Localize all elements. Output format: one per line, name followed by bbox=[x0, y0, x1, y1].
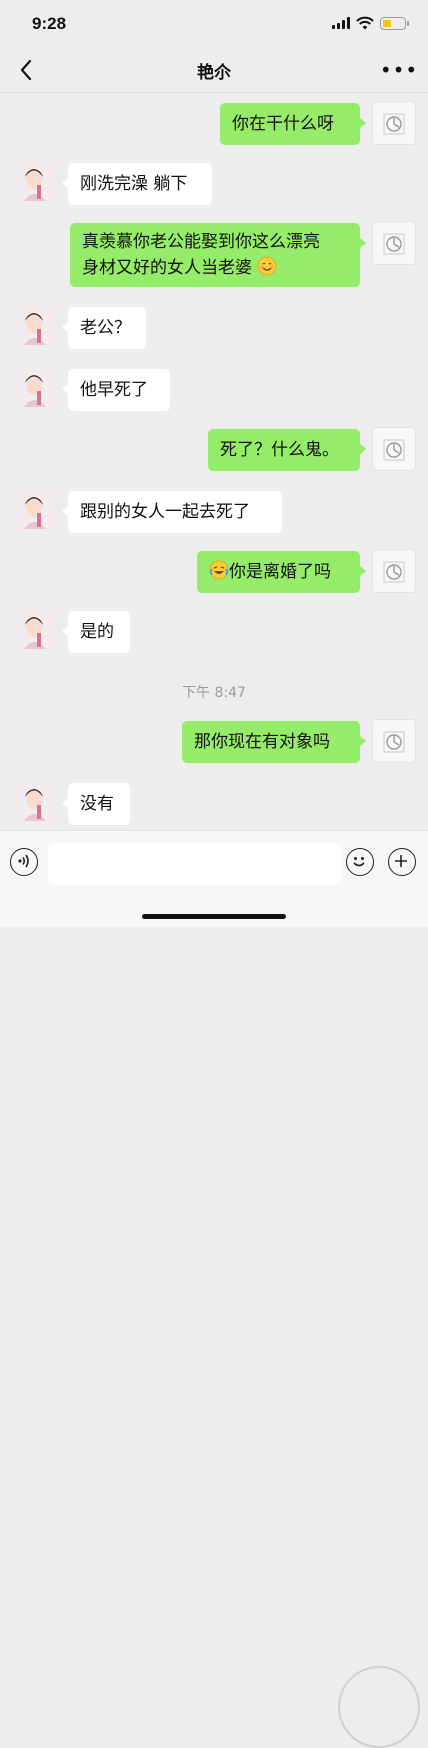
chat-header: 艳尒 ••• bbox=[0, 48, 428, 93]
contact-photo bbox=[12, 489, 56, 533]
message-bubble-sent[interactable]: 那你现在有对象吗 bbox=[182, 721, 366, 763]
signal-icon bbox=[332, 17, 350, 29]
message-bubble-received[interactable]: 老公？ bbox=[62, 307, 146, 349]
contact-avatar[interactable] bbox=[12, 781, 56, 825]
time-divider: 下午 8:47 bbox=[182, 685, 246, 701]
my-avatar[interactable] bbox=[372, 549, 416, 593]
message-bubble-received[interactable]: 没有 bbox=[62, 783, 130, 825]
home-indicator bbox=[142, 914, 286, 919]
message-text: 那你现在有对象吗 bbox=[194, 732, 330, 752]
contact-photo bbox=[12, 781, 56, 825]
message-input[interactable] bbox=[48, 843, 342, 885]
message-row: 他早死了 bbox=[0, 367, 428, 413]
smile-emoji-icon bbox=[258, 256, 277, 276]
message-text: 跟别的女人一起去死了 bbox=[80, 502, 250, 522]
message-row: 老公？ bbox=[0, 305, 428, 351]
emoji-icon bbox=[353, 857, 365, 867]
watermark-logo bbox=[338, 1666, 420, 1748]
message-row: 跟别的女人一起去死了 bbox=[0, 489, 428, 535]
status-icons bbox=[332, 16, 409, 30]
message-text: 真羡慕你老公能娶到你这么漂亮 bbox=[82, 232, 320, 252]
contact-avatar[interactable] bbox=[12, 367, 56, 411]
default-avatar-icon bbox=[383, 731, 405, 753]
input-bar bbox=[0, 830, 428, 1748]
message-text: 他早死了 bbox=[80, 380, 148, 400]
contact-photo bbox=[12, 609, 56, 653]
message-row: 你是离婚了吗 bbox=[0, 549, 428, 595]
message-row: 死了？什么鬼。 bbox=[0, 427, 428, 473]
message-bubble-sent[interactable]: 你是离婚了吗 bbox=[197, 551, 366, 593]
message-row: 刚洗完澡 躺下 bbox=[0, 161, 428, 207]
message-text: 你是离婚了吗 bbox=[229, 562, 331, 582]
message-row: 真羡慕你老公能娶到你这么漂亮 身材又好的女人当老婆 bbox=[0, 221, 428, 289]
message-text: 你在干什么呀 bbox=[232, 114, 334, 134]
message-bubble-received[interactable]: 是的 bbox=[62, 611, 130, 653]
message-bubble-received[interactable]: 跟别的女人一起去死了 bbox=[62, 491, 282, 533]
contact-photo bbox=[12, 367, 56, 411]
default-avatar-icon bbox=[383, 561, 405, 583]
default-avatar-icon bbox=[383, 439, 405, 461]
message-bubble-sent[interactable]: 你在干什么呀 bbox=[220, 103, 366, 145]
contact-avatar[interactable] bbox=[12, 489, 56, 533]
my-avatar[interactable] bbox=[372, 427, 416, 471]
default-avatar-icon bbox=[383, 233, 405, 255]
voice-button[interactable] bbox=[10, 848, 38, 876]
status-bar: 9:28 bbox=[0, 0, 428, 48]
message-text: 刚洗完澡 躺下 bbox=[80, 174, 188, 194]
message-text: 老公？ bbox=[80, 318, 131, 338]
message-row: 是的 bbox=[0, 609, 428, 655]
my-avatar[interactable] bbox=[372, 719, 416, 763]
emoji-button[interactable] bbox=[346, 848, 374, 876]
voice-icon bbox=[18, 854, 30, 868]
contact-photo bbox=[12, 161, 56, 205]
message-bubble-received[interactable]: 刚洗完澡 躺下 bbox=[62, 163, 212, 205]
my-avatar[interactable] bbox=[372, 101, 416, 145]
plus-icon bbox=[395, 855, 408, 868]
message-text: 是的 bbox=[80, 622, 114, 642]
laugh-cry-emoji-icon bbox=[209, 560, 229, 580]
message-bubble-sent[interactable]: 死了？什么鬼。 bbox=[208, 429, 366, 471]
more-button[interactable]: ••• bbox=[380, 56, 417, 84]
wifi-icon bbox=[356, 16, 374, 30]
battery-icon bbox=[380, 16, 409, 30]
message-bubble-received[interactable]: 他早死了 bbox=[62, 369, 170, 411]
message-text: 没有 bbox=[80, 794, 114, 814]
more-functions-button[interactable] bbox=[388, 848, 416, 876]
message-row: 那你现在有对象吗 bbox=[0, 719, 428, 765]
status-time: 9:28 bbox=[32, 14, 67, 33]
chat-messages[interactable]: 你在干什么呀 刚洗完澡 躺下 真羡慕你老公能娶到你这么漂亮 身材又好的女人当老婆… bbox=[0, 93, 428, 830]
message-text: 身材又好的女人当老婆 bbox=[82, 258, 252, 278]
message-row: 没有 bbox=[0, 781, 428, 827]
contact-photo bbox=[12, 305, 56, 349]
contact-avatar[interactable] bbox=[12, 161, 56, 205]
default-avatar-icon bbox=[383, 113, 405, 135]
contact-avatar[interactable] bbox=[12, 609, 56, 653]
message-text: 死了？什么鬼。 bbox=[220, 440, 339, 460]
my-avatar[interactable] bbox=[372, 221, 416, 265]
chat-title: 艳尒 bbox=[197, 63, 231, 83]
message-bubble-sent[interactable]: 真羡慕你老公能娶到你这么漂亮 身材又好的女人当老婆 bbox=[70, 223, 366, 287]
contact-avatar[interactable] bbox=[12, 305, 56, 349]
message-row: 你在干什么呀 bbox=[0, 101, 428, 147]
